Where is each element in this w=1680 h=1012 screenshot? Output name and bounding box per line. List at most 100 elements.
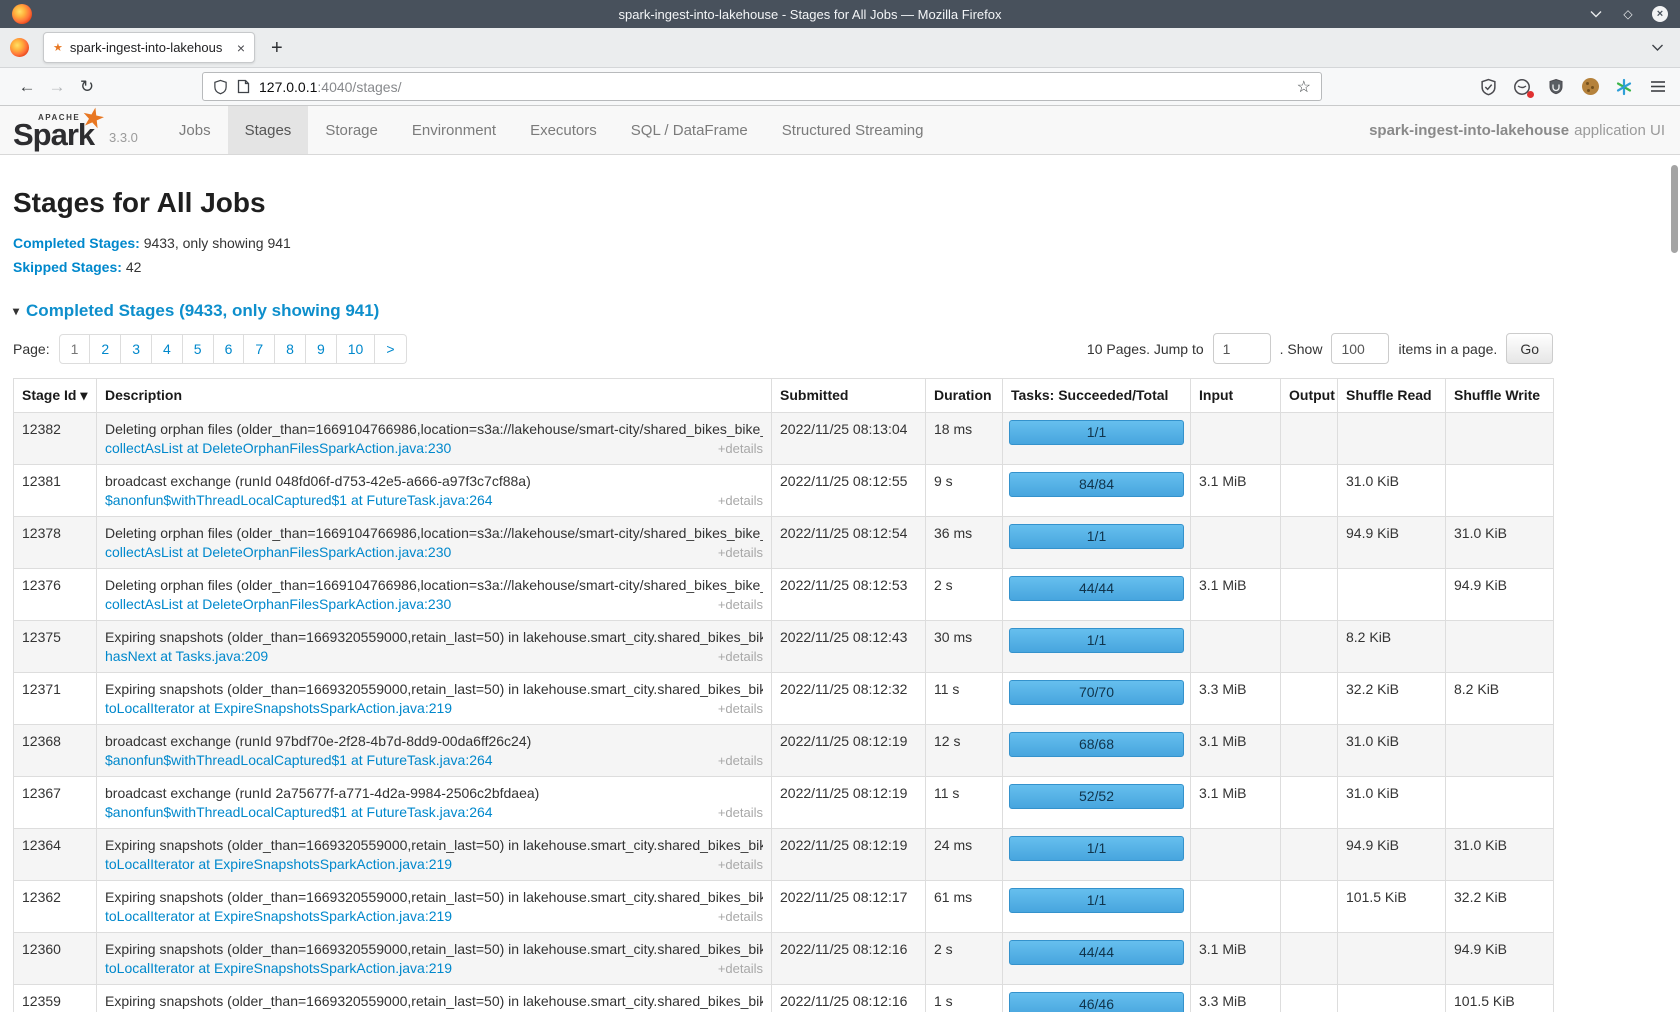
forward-button[interactable]: → — [42, 77, 72, 97]
reload-button[interactable]: ↻ — [72, 77, 102, 97]
submitted-cell: 2022/11/25 08:13:04 — [772, 413, 926, 465]
column-header-output[interactable]: Output — [1281, 379, 1338, 413]
details-toggle[interactable]: +details — [718, 961, 763, 976]
details-toggle[interactable]: +details — [718, 805, 763, 820]
bookmark-star-icon[interactable]: ☆ — [1297, 77, 1311, 97]
column-header-shuffle-read[interactable]: Shuffle Read — [1338, 379, 1446, 413]
completed-stages-section-header[interactable]: ▾ Completed Stages (9433, only showing 9… — [13, 301, 1667, 321]
submitted-cell: 2022/11/25 08:12:19 — [772, 829, 926, 881]
tracking-protection-shield-icon[interactable] — [213, 79, 228, 95]
stage-detail-link[interactable]: collectAsList at DeleteOrphanFilesSparkA… — [105, 440, 451, 456]
page-button-6[interactable]: 6 — [214, 334, 245, 364]
maximize-button[interactable]: ◇ — [1620, 6, 1636, 22]
shield-check-extension-icon[interactable] — [1478, 77, 1498, 97]
list-tabs-chevron-icon[interactable] — [1651, 39, 1670, 57]
details-toggle[interactable]: +details — [718, 597, 763, 612]
table-row: 12382Deleting orphan files (older_than=1… — [14, 413, 1554, 465]
column-header-description[interactable]: Description — [97, 379, 772, 413]
page-button-3[interactable]: 3 — [121, 334, 152, 364]
column-header-duration[interactable]: Duration — [926, 379, 1003, 413]
details-toggle[interactable]: +details — [718, 493, 763, 508]
output-cell — [1281, 829, 1338, 881]
minimize-button[interactable] — [1588, 6, 1604, 22]
menu-hamburger-icon[interactable] — [1648, 77, 1668, 97]
go-button[interactable]: Go — [1506, 333, 1553, 364]
items-per-page-input[interactable] — [1331, 333, 1389, 364]
nav-item-jobs[interactable]: Jobs — [162, 106, 228, 154]
scrollbar-thumb[interactable] — [1671, 165, 1678, 253]
details-toggle[interactable]: +details — [718, 753, 763, 768]
spark-logo[interactable]: APACHE Spark ★ — [13, 106, 107, 154]
nav-item-environment[interactable]: Environment — [395, 106, 513, 154]
stage-detail-link[interactable]: toLocalIterator at ExpireSnapshotsSparkA… — [105, 908, 452, 924]
stage-detail-link[interactable]: hasNext at Tasks.java:209 — [105, 648, 268, 664]
back-button[interactable]: ← — [12, 77, 42, 97]
description-second-line: collectAsList at DeleteOrphanFilesSparkA… — [105, 596, 763, 612]
jump-to-page-input[interactable] — [1213, 333, 1271, 364]
cookie-extension-icon[interactable] — [1580, 77, 1600, 97]
tasks-progress-bar: 44/44 — [1009, 576, 1184, 601]
stage-description: broadcast exchange (runId 048fd06f-d753-… — [105, 473, 763, 489]
column-header-tasks-succeeded-total[interactable]: Tasks: Succeeded/Total — [1003, 379, 1191, 413]
ublock-shield-extension-icon[interactable] — [1546, 77, 1566, 97]
page-button-1[interactable]: 1 — [59, 334, 91, 364]
details-toggle[interactable]: +details — [718, 909, 763, 924]
stage-detail-link[interactable]: collectAsList at DeleteOrphanFilesSparkA… — [105, 596, 451, 612]
browser-tab[interactable]: ★ spark-ingest-into-lakehous × — [43, 32, 255, 63]
shuffle-write-cell: 31.0 KiB — [1446, 829, 1554, 881]
diamond-icon: ◇ — [1623, 8, 1632, 20]
page-button-8[interactable]: 8 — [275, 334, 306, 364]
shuffle-read-cell: 8.2 KiB — [1338, 621, 1446, 673]
stage-detail-link[interactable]: toLocalIterator at ExpireSnapshotsSparkA… — [105, 700, 452, 716]
page-button-next[interactable]: > — [375, 334, 406, 364]
details-toggle[interactable]: +details — [718, 649, 763, 664]
tasks-cell: 1/1 — [1003, 881, 1191, 933]
stage-detail-link[interactable]: $anonfun$withThreadLocalCaptured$1 at Fu… — [105, 492, 493, 508]
submitted-cell: 2022/11/25 08:12:19 — [772, 725, 926, 777]
tab-close-icon[interactable]: × — [237, 40, 245, 56]
snowflake-extension-icon[interactable] — [1614, 77, 1634, 97]
description-second-line: toLocalIterator at ExpireSnapshotsSparkA… — [105, 700, 763, 716]
nav-item-structured-streaming[interactable]: Structured Streaming — [765, 106, 941, 154]
nav-item-sql-dataframe[interactable]: SQL / DataFrame — [614, 106, 765, 154]
firefox-view-icon[interactable] — [10, 38, 29, 57]
page-button-4[interactable]: 4 — [152, 334, 183, 364]
page-button-5[interactable]: 5 — [183, 334, 214, 364]
stage-detail-link[interactable]: toLocalIterator at ExpireSnapshotsSparkA… — [105, 960, 452, 976]
stage-detail-link[interactable]: toLocalIterator at ExpireSnapshotsSparkA… — [105, 856, 452, 872]
page-button-7[interactable]: 7 — [244, 334, 275, 364]
close-window-button[interactable]: × — [1652, 6, 1668, 22]
shuffle-write-cell: 31.0 KiB — [1446, 517, 1554, 569]
page-button-10[interactable]: 10 — [337, 334, 376, 364]
stage-detail-link[interactable]: collectAsList at DeleteOrphanFilesSparkA… — [105, 544, 451, 560]
stage-detail-link[interactable]: $anonfun$withThreadLocalCaptured$1 at Fu… — [105, 752, 493, 768]
shuffle-read-cell: 94.9 KiB — [1338, 517, 1446, 569]
nav-item-executors[interactable]: Executors — [513, 106, 614, 154]
browser-window: spark-ingest-into-lakehouse - Stages for… — [0, 0, 1680, 1012]
container-mask-extension-icon[interactable] — [1512, 77, 1532, 97]
completed-stages-link[interactable]: Completed Stages: — [13, 235, 140, 251]
column-header-stage-id[interactable]: Stage Id ▾ — [14, 379, 97, 413]
stage-id-cell: 12375 — [14, 621, 97, 673]
new-tab-button[interactable]: + — [271, 38, 283, 58]
details-toggle[interactable]: +details — [718, 441, 763, 456]
page-button-2[interactable]: 2 — [90, 334, 121, 364]
url-bar[interactable]: 127.0.0.1:4040/stages/ ☆ — [202, 72, 1322, 101]
skipped-stages-link[interactable]: Skipped Stages: — [13, 259, 122, 275]
stage-description: Expiring snapshots (older_than=166932055… — [105, 889, 763, 905]
page-button-9[interactable]: 9 — [306, 334, 337, 364]
page-info-icon[interactable] — [237, 79, 250, 94]
nav-item-storage[interactable]: Storage — [308, 106, 395, 154]
duration-cell: 1 s — [926, 985, 1003, 1012]
column-header-submitted[interactable]: Submitted — [772, 379, 926, 413]
nav-item-stages[interactable]: Stages — [228, 106, 309, 154]
spark-navbar: APACHE Spark ★ 3.3.0 JobsStagesStorageEn… — [0, 106, 1680, 155]
details-toggle[interactable]: +details — [718, 857, 763, 872]
column-header-shuffle-write[interactable]: Shuffle Write — [1446, 379, 1554, 413]
details-toggle[interactable]: +details — [718, 545, 763, 560]
url-text: 127.0.0.1:4040/stages/ — [259, 79, 401, 95]
column-header-input[interactable]: Input — [1191, 379, 1281, 413]
output-cell — [1281, 673, 1338, 725]
details-toggle[interactable]: +details — [718, 701, 763, 716]
stage-detail-link[interactable]: $anonfun$withThreadLocalCaptured$1 at Fu… — [105, 804, 493, 820]
